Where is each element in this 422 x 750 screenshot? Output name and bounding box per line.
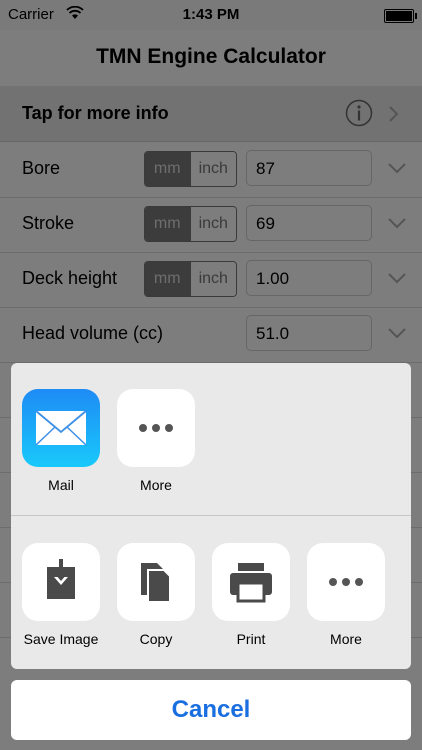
chevron-right-icon [389,106,399,122]
share-apps-row: Mail More [11,363,411,516]
share-print[interactable]: Print [211,543,291,647]
deck-height-value-field[interactable]: 1.00 [246,260,372,296]
page-title: TMN Engine Calculator [96,45,326,68]
unit-mm-option[interactable]: mm [145,152,190,186]
stroke-value-field[interactable]: 69 [246,205,372,241]
bore-unit-toggle[interactable]: mm inch [144,151,237,187]
chevron-down-icon[interactable] [388,163,406,174]
copy-icon [141,563,171,603]
mail-icon [35,410,87,446]
head-volume-value-field[interactable]: 51.0 [246,315,372,351]
share-save-image[interactable]: Save Image [21,543,101,647]
form-row-head-volume: Head volume (cc) 51.0 [0,307,422,363]
deck-height-label: Deck height [22,268,118,288]
save-image-tile[interactable] [22,543,100,621]
more-icon [139,424,173,432]
save-image-icon [47,559,75,599]
more-tile[interactable] [307,543,385,621]
copy-tile[interactable] [117,543,195,621]
share-more-apps[interactable]: More [116,389,196,493]
chevron-down-icon[interactable] [388,273,406,284]
form-row-bore: Bore mm inch 87 [0,142,422,198]
share-print-label: Print [236,631,266,647]
unit-mm-option[interactable]: mm [145,207,190,241]
unit-mm-option[interactable]: mm [145,262,190,296]
form-row-deck-height: Deck height mm inch 1.00 [0,252,422,308]
print-icon [230,563,272,603]
info-row[interactable]: Tap for more info [0,86,422,142]
share-actions-row: Save Image Copy Print More [11,516,411,669]
status-time: 1:43 PM [182,6,240,23]
mail-tile[interactable] [22,389,100,467]
battery-icon [384,9,417,23]
share-mail-label: Mail [48,477,74,493]
share-copy-label: Copy [139,631,173,647]
unit-inch-option[interactable]: inch [189,207,236,241]
share-more-actions-label: More [330,631,362,647]
stroke-label: Stroke [22,213,75,233]
share-more-apps-label: More [140,477,172,493]
share-sheet: Mail More Save Image Copy Print More [11,363,411,669]
chevron-down-icon[interactable] [388,218,406,229]
info-icon[interactable] [345,99,373,127]
chevron-down-icon[interactable] [388,328,406,339]
unit-inch-option[interactable]: inch [189,262,236,296]
more-tile[interactable] [117,389,195,467]
bore-value-field[interactable]: 87 [246,150,372,186]
share-copy[interactable]: Copy [116,543,196,647]
deck-height-unit-toggle[interactable]: mm inch [144,261,237,297]
navigation-bar: TMN Engine Calculator [0,30,422,87]
cancel-button[interactable]: Cancel [11,680,411,740]
info-row-label: Tap for more info [22,103,169,123]
head-volume-label: Head volume (cc) [22,323,164,343]
share-mail[interactable]: Mail [21,389,101,493]
unit-inch-option[interactable]: inch [189,152,236,186]
stroke-unit-toggle[interactable]: mm inch [144,206,237,242]
more-icon [329,578,363,586]
form-row-stroke: Stroke mm inch 69 [0,197,422,253]
status-bar: Carrier 1:43 PM [0,0,422,30]
bore-label: Bore [22,158,61,178]
share-save-image-label: Save Image [23,631,99,647]
print-tile[interactable] [212,543,290,621]
share-more-actions[interactable]: More [306,543,386,647]
